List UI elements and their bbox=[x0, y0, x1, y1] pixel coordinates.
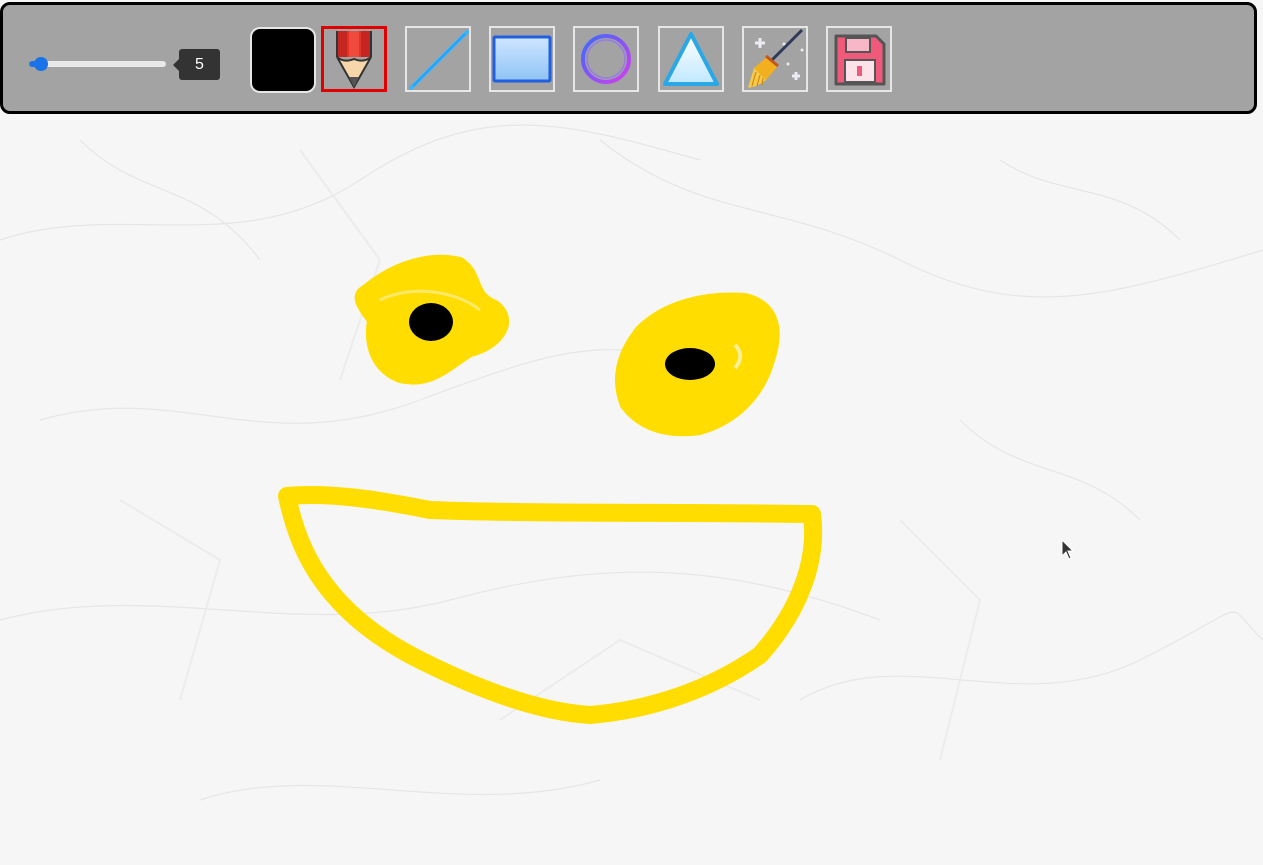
drawing-canvas[interactable] bbox=[0, 0, 1263, 865]
black-stroke-left-pupil bbox=[409, 303, 453, 341]
rectangle-tool-button[interactable] bbox=[489, 26, 555, 92]
pencil-icon bbox=[336, 31, 372, 89]
clear-canvas-button[interactable] bbox=[742, 26, 808, 92]
pencil-tool-button[interactable] bbox=[321, 26, 387, 92]
yellow-stroke-mouth bbox=[278, 485, 823, 724]
mouse-cursor-icon bbox=[1061, 539, 1075, 560]
circle-tool-button[interactable] bbox=[573, 26, 639, 92]
triangle-tool-button[interactable] bbox=[658, 26, 724, 92]
line-tool-button[interactable] bbox=[405, 26, 471, 92]
broom-icon bbox=[748, 28, 804, 88]
line-icon bbox=[409, 30, 469, 90]
color-picker-swatch[interactable] bbox=[250, 27, 316, 93]
floppy-disk-icon bbox=[834, 34, 886, 86]
circle-icon bbox=[581, 34, 631, 84]
brush-size-slider-track[interactable] bbox=[29, 61, 166, 67]
save-button[interactable] bbox=[826, 26, 892, 92]
brush-size-value-bubble: 5 bbox=[173, 49, 220, 80]
black-stroke-right-pupil bbox=[665, 348, 715, 380]
brush-size-slider-thumb[interactable] bbox=[34, 57, 48, 71]
rectangle-icon bbox=[492, 35, 552, 83]
triangle-icon bbox=[663, 32, 719, 86]
